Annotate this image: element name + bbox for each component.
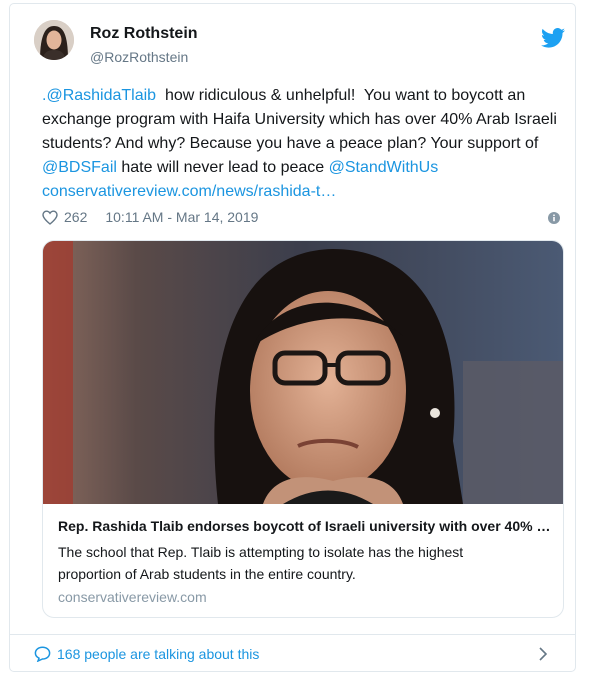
author-handle[interactable]: @RozRothstein bbox=[90, 49, 188, 65]
tweet-link[interactable]: conservativereview.com/news/rashida-t… bbox=[42, 183, 336, 200]
talking-link[interactable]: 168 people are talking about this bbox=[34, 646, 259, 662]
link-card-description: The school that Rep. Tlaib is attempting… bbox=[58, 544, 464, 582]
heart-icon[interactable] bbox=[42, 209, 58, 225]
chevron-right-icon[interactable] bbox=[538, 647, 548, 661]
tweet-text: .@RashidaTlaib how ridiculous & unhelpfu… bbox=[42, 84, 562, 204]
mention-bdsfail[interactable]: @BDSFail bbox=[42, 159, 117, 176]
twitter-bird-icon[interactable] bbox=[541, 28, 565, 48]
tweet-meta: 262 10:11 AM - Mar 14, 2019 bbox=[42, 209, 258, 225]
link-card-title[interactable]: Rep. Rashida Tlaib endorses boycott of I… bbox=[58, 518, 553, 534]
speech-bubble-icon bbox=[34, 646, 51, 662]
avatar[interactable] bbox=[34, 20, 74, 60]
tweet-text-part2: hate will never lead to peace bbox=[116, 159, 329, 176]
conversation-footer[interactable]: 168 people are talking about this bbox=[10, 634, 575, 673]
mention-rashidatlaib[interactable]: .@RashidaTlaib bbox=[42, 87, 156, 104]
author-name[interactable]: Roz Rothstein bbox=[90, 25, 198, 43]
link-preview-card[interactable]: Rep. Rashida Tlaib endorses boycott of I… bbox=[42, 240, 564, 618]
mention-standwithus[interactable]: @StandWithUs bbox=[329, 159, 439, 176]
article-image bbox=[43, 241, 563, 504]
like-count[interactable]: 262 bbox=[64, 209, 87, 225]
tweet-card: Roz Rothstein @RozRothstein .@RashidaTla… bbox=[9, 3, 576, 672]
info-icon[interactable] bbox=[548, 212, 560, 224]
timestamp[interactable]: 10:11 AM - Mar 14, 2019 bbox=[105, 209, 258, 225]
talking-count-text[interactable]: 168 people are talking about this bbox=[57, 646, 259, 662]
link-card-domain: conservativereview.com bbox=[58, 589, 207, 605]
